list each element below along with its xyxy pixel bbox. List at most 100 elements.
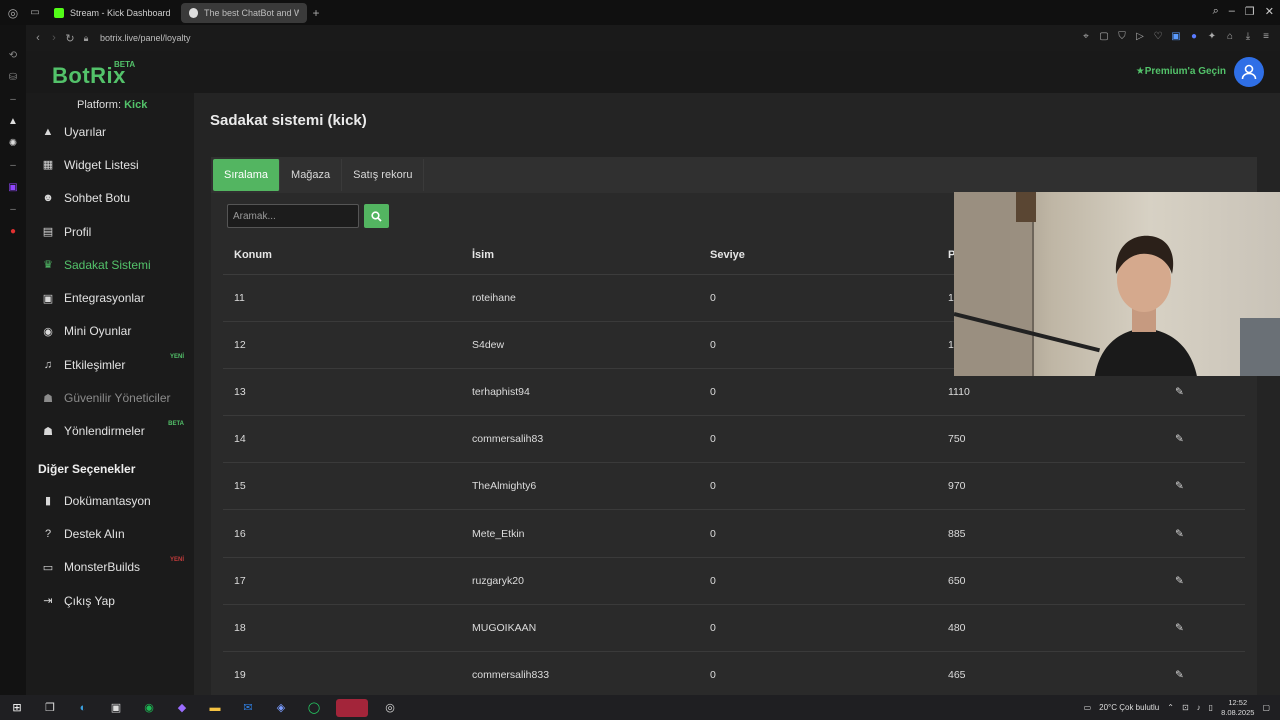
back-icon[interactable]: ‹ xyxy=(30,32,46,44)
column-position[interactable]: Konum xyxy=(223,237,461,275)
user-avatar-icon[interactable] xyxy=(1234,57,1264,87)
edit-icon[interactable]: ✎ xyxy=(1175,557,1245,605)
chatgpt-icon[interactable]: ✺ xyxy=(0,133,26,155)
sidebar-item-minigames[interactable]: ◉ Mini Oyunlar xyxy=(26,315,194,348)
sidebar-item-support[interactable]: ? Destek Alın xyxy=(26,517,194,550)
cell-points: 650 xyxy=(937,557,1175,605)
menu-icon[interactable]: ≡ xyxy=(1260,31,1272,43)
premium-link[interactable]: ★Premium'a Geçin xyxy=(1136,66,1226,77)
sidebar-item-profile[interactable]: ▤ Profil xyxy=(26,215,194,248)
app-icon[interactable]: ◈ xyxy=(270,699,292,717)
sidebar-item-label: Çıkış Yap xyxy=(64,593,115,608)
edit-icon[interactable]: ✎ xyxy=(1175,462,1245,511)
snapshot-icon[interactable]: ▢ xyxy=(1098,31,1110,43)
column-name[interactable]: İsim xyxy=(461,237,699,275)
obs-icon[interactable]: ◎ xyxy=(379,699,401,717)
network-icon[interactable]: ⊡ xyxy=(1182,703,1189,712)
volume-icon[interactable]: ♪ xyxy=(1197,703,1201,712)
system-tray: ▭ 20°C Çok bulutlu ⌃ ⊡ ♪ ▯ 12:52 8.08.20… xyxy=(1084,695,1270,720)
app-icon[interactable]: ◆ xyxy=(171,699,193,717)
file-explorer-icon[interactable]: ▬ xyxy=(204,699,226,717)
minimize-icon[interactable]: – xyxy=(1229,5,1235,18)
search-button[interactable] xyxy=(364,204,389,228)
close-icon[interactable]: ✕ xyxy=(1265,5,1274,18)
maximize-icon[interactable]: ❐ xyxy=(1245,5,1255,18)
browser-tab-botrix[interactable]: The best ChatBot and Wi xyxy=(180,2,307,23)
edit-icon[interactable]: ✎ xyxy=(1175,604,1245,653)
spotify-icon[interactable]: ◉ xyxy=(138,699,160,717)
sidebar-item-widgets[interactable]: ▦ Widget Listesi xyxy=(26,148,194,181)
clock[interactable]: 12:52 8.08.2025 xyxy=(1221,698,1254,718)
sidebar-item-integrations[interactable]: ▣ Entegrasyonlar xyxy=(26,281,194,314)
sidebar-item-loyalty[interactable]: ♛ Sadakat Sistemi xyxy=(26,248,194,281)
sidebar-item-label: Destek Alın xyxy=(64,526,125,541)
new-tab-icon[interactable]: + xyxy=(313,6,320,20)
new-badge: YENİ xyxy=(169,556,184,563)
cell-position: 14 xyxy=(223,415,461,464)
wallet-icon[interactable]: ⌂ xyxy=(1224,31,1236,43)
search-icon[interactable]: ⌕ xyxy=(1213,5,1219,18)
search-input[interactable]: Aramak... xyxy=(227,204,359,228)
sidebar-item-redirects[interactable]: ☗ Yönlendirmeler BETA xyxy=(26,415,194,448)
beta-badge: BETA xyxy=(114,60,136,69)
table-row: 15 TheAlmighty6 0 970 ✎ xyxy=(223,462,1245,511)
cell-position: 15 xyxy=(223,462,461,511)
cell-name: commersalih833 xyxy=(461,651,699,700)
window-controls: ⌕ – ❐ ✕ xyxy=(1213,5,1274,18)
weather-text[interactable]: 20°C Çok bulutlu xyxy=(1099,703,1159,712)
tab-sales-record[interactable]: Satış rekoru xyxy=(342,159,425,191)
workspaces-icon[interactable]: ▭ xyxy=(26,7,44,18)
twitch-icon[interactable]: ▣ xyxy=(0,177,26,199)
outlook-icon[interactable]: ✉ xyxy=(237,699,259,717)
battery-icon[interactable]: ▯ xyxy=(1209,703,1213,712)
reload-icon[interactable]: ↻ xyxy=(62,32,78,45)
browser-tab-kick[interactable]: Stream - Kick Dashboard xyxy=(46,3,179,23)
play-icon[interactable]: ▷ xyxy=(1134,31,1146,43)
shield-icon[interactable]: ⛉ xyxy=(1116,31,1128,43)
whatsapp-icon[interactable]: ◯ xyxy=(303,699,325,717)
store-icon[interactable]: ▣ xyxy=(105,699,127,717)
cell-name: ruzgaryk20 xyxy=(461,557,699,605)
task-view-icon[interactable]: ❐ xyxy=(39,699,61,717)
app-active-icon[interactable] xyxy=(336,698,368,717)
extension-icon[interactable]: ▣ xyxy=(1170,31,1182,43)
new-badge: YENİ xyxy=(169,354,184,361)
cell-level: 0 xyxy=(699,509,937,558)
sidebar-item-chatbot[interactable]: ☻ Sohbet Botu xyxy=(26,182,194,215)
sidebar-item-alerts[interactable]: ▲ Uyarılar xyxy=(26,115,194,148)
edit-icon[interactable]: ✎ xyxy=(1175,509,1245,558)
windows-start-icon[interactable]: ⊞ xyxy=(6,699,28,717)
browser-menu-icon[interactable]: ◎ xyxy=(0,6,26,20)
date: 8.08.2025 xyxy=(1221,707,1255,717)
botrix-favicon-icon xyxy=(188,7,198,18)
cell-position: 18 xyxy=(223,604,461,653)
history-icon[interactable]: ⟲ xyxy=(0,45,26,67)
download-icon[interactable]: ⤓ xyxy=(1242,31,1254,43)
sidebar-item-interactions[interactable]: ♫ Etkileşimler YENİ xyxy=(26,348,194,381)
sidebar-item-monsterbuilds[interactable]: ▭ MonsterBuilds YENİ xyxy=(26,551,194,584)
bookmark-icon[interactable]: ⛁ xyxy=(0,67,26,89)
pin-icon[interactable]: ⌖ xyxy=(1080,31,1092,43)
edit-icon[interactable]: ✎ xyxy=(1175,651,1245,700)
sidebar-item-docs[interactable]: ▮ Dokümantasyon xyxy=(26,484,194,517)
cell-level: 0 xyxy=(699,651,937,700)
notification-icon[interactable]: ▢ xyxy=(1262,703,1270,712)
vpn-icon[interactable]: ● xyxy=(1188,31,1200,43)
forward-icon[interactable]: › xyxy=(46,32,62,44)
heart-icon[interactable]: ♡ xyxy=(1152,31,1164,43)
sidebar-item-logout[interactable]: ⇥ Çıkış Yap xyxy=(26,584,194,617)
url-field[interactable]: botrix.live/panel/loyalty xyxy=(100,33,191,43)
chevron-up-icon[interactable]: ⌃ xyxy=(1167,703,1174,712)
puzzle-icon[interactable]: ✦ xyxy=(1206,31,1218,43)
grid-icon: ▦ xyxy=(42,159,54,172)
trophy-icon: ♛ xyxy=(43,259,53,272)
youtube-icon[interactable]: ● xyxy=(0,221,26,243)
sidebar-item-trusted-moderators[interactable]: ☗ Güvenilir Yöneticiler xyxy=(26,381,194,414)
arc-icon[interactable]: ▲ xyxy=(0,111,26,133)
sidebar-menu: ▲ Uyarılar ▦ Widget Listesi ☻ Sohbet Botu ▤… xyxy=(26,115,194,448)
column-level[interactable]: Seviye xyxy=(699,237,937,275)
tab-ranking[interactable]: Sıralama xyxy=(213,159,281,191)
edge-icon[interactable]: ◐ xyxy=(72,699,94,717)
tab-store[interactable]: Mağaza xyxy=(280,159,343,191)
edit-icon[interactable]: ✎ xyxy=(1175,415,1245,464)
